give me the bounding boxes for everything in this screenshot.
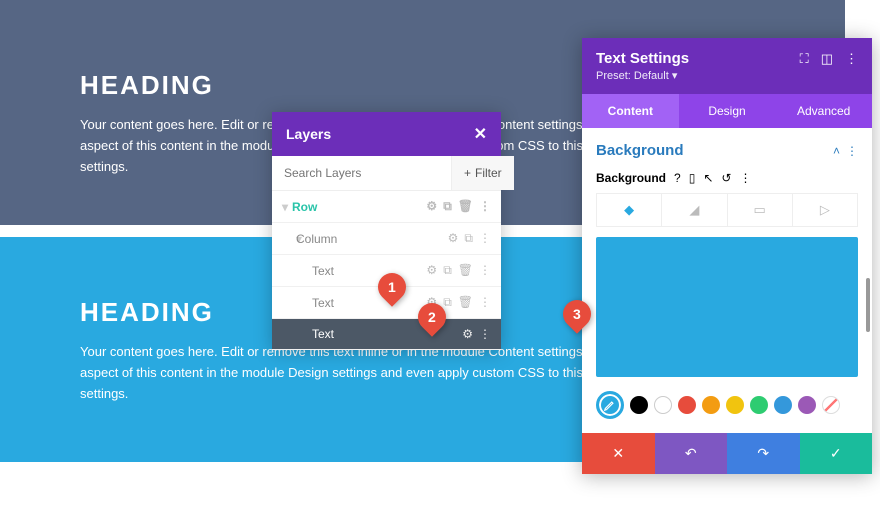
more-icon[interactable]: ⋮ [845, 51, 858, 67]
more-icon[interactable]: ⋮ [479, 295, 491, 310]
save-button[interactable]: ✓ [800, 433, 873, 474]
more-icon[interactable]: ⋮ [479, 231, 491, 246]
action-bar: ✕ ↶ ↷ ✓ [582, 433, 872, 474]
layer-row-row[interactable]: ▾ Row ⚙ ⧉ 🗑 ⋮ [272, 191, 501, 223]
layers-panel: Layers ✕ + Filter ▾ Row ⚙ ⧉ 🗑 ⋮ ▾ Column… [272, 112, 501, 350]
swatch-red[interactable] [678, 396, 696, 414]
swatch-black[interactable] [630, 396, 648, 414]
bg-tab-video[interactable]: ▷ [793, 194, 857, 226]
bg-tab-color[interactable]: ◆ [597, 194, 662, 226]
scrollbar[interactable] [866, 278, 870, 332]
trash-icon[interactable]: 🗑 [458, 199, 473, 214]
bg-tab-image[interactable]: ▭ [728, 194, 793, 226]
swatch-orange[interactable] [702, 396, 720, 414]
background-label: Background [596, 171, 666, 185]
duplicate-icon[interactable]: ⧉ [443, 199, 452, 214]
more-icon[interactable]: ⋮ [846, 144, 858, 158]
trash-icon[interactable]: 🗑 [458, 263, 473, 278]
more-icon[interactable]: ⋮ [739, 171, 751, 185]
duplicate-icon[interactable]: ⧉ [443, 263, 452, 278]
color-swatch-row [596, 391, 858, 419]
background-type-tabs: ◆ ◢ ▭ ▷ [596, 193, 858, 227]
swatch-green[interactable] [750, 396, 768, 414]
hover-icon[interactable]: ↖ [703, 171, 713, 185]
tab-content[interactable]: Content [582, 94, 679, 128]
more-icon[interactable]: ⋮ [479, 327, 491, 341]
eyedropper-icon [603, 398, 617, 412]
settings-title: Text Settings [596, 50, 689, 67]
plus-icon: + [464, 166, 471, 180]
gear-icon[interactable]: ⚙ [426, 263, 437, 278]
duplicate-icon[interactable]: ⧉ [443, 295, 452, 310]
redo-button[interactable]: ↷ [727, 433, 800, 474]
more-icon[interactable]: ⋮ [479, 199, 491, 214]
swatch-purple[interactable] [798, 396, 816, 414]
layer-row-text-selected[interactable]: Text ⚙ ⋮ [272, 319, 501, 350]
settings-panel: Text Settings ⛶ ◫ ⋮ Preset: Default ▾ Co… [582, 38, 872, 474]
filter-button[interactable]: + Filter [451, 156, 514, 190]
help-icon[interactable]: ? [674, 171, 681, 185]
more-icon[interactable]: ⋮ [479, 263, 491, 278]
background-label-row: Background ? ▯ ↖ ↺ ⋮ [596, 171, 858, 185]
gear-icon[interactable]: ⚙ [426, 199, 437, 214]
reset-icon[interactable]: ↺ [721, 171, 731, 185]
caret-down-icon: ▾ [282, 200, 292, 214]
settings-body: Background ˄ ⋮ Background ? ▯ ↖ ↺ ⋮ ◆ ◢ … [582, 128, 872, 433]
background-preview[interactable] [596, 237, 858, 377]
layers-header: Layers ✕ [272, 112, 501, 156]
expand-icon[interactable]: ⛶ [800, 51, 809, 67]
search-input[interactable] [272, 156, 451, 190]
chevron-up-icon[interactable]: ˄ [833, 144, 840, 158]
cancel-button[interactable]: ✕ [582, 433, 655, 474]
swatch-white[interactable] [654, 396, 672, 414]
gear-icon[interactable]: ⚙ [448, 231, 459, 246]
phone-icon[interactable]: ▯ [689, 171, 696, 185]
tab-advanced[interactable]: Advanced [775, 94, 872, 128]
close-icon[interactable]: ✕ [474, 124, 487, 144]
color-picker-button[interactable] [596, 391, 624, 419]
section-title: Background [596, 142, 684, 159]
bg-tab-gradient[interactable]: ◢ [662, 194, 727, 226]
snap-icon[interactable]: ◫ [821, 51, 833, 67]
preset-selector[interactable]: Preset: Default ▾ [596, 69, 858, 82]
trash-icon[interactable]: 🗑 [458, 295, 473, 310]
layers-search-row: + Filter [272, 156, 501, 191]
duplicate-icon[interactable]: ⧉ [464, 231, 473, 246]
layer-row-column[interactable]: ▾ Column ⚙ ⧉ ⋮ [272, 223, 501, 255]
caret-down-icon: ▾ [282, 232, 296, 246]
swatch-transparent[interactable] [822, 396, 840, 414]
gear-icon[interactable]: ⚙ [462, 327, 473, 341]
tab-design[interactable]: Design [679, 94, 776, 128]
swatch-yellow[interactable] [726, 396, 744, 414]
undo-button[interactable]: ↶ [655, 433, 728, 474]
layers-title: Layers [286, 126, 331, 142]
swatch-blue[interactable] [774, 396, 792, 414]
settings-tabs: Content Design Advanced [582, 94, 872, 128]
settings-header: Text Settings ⛶ ◫ ⋮ Preset: Default ▾ [582, 38, 872, 94]
